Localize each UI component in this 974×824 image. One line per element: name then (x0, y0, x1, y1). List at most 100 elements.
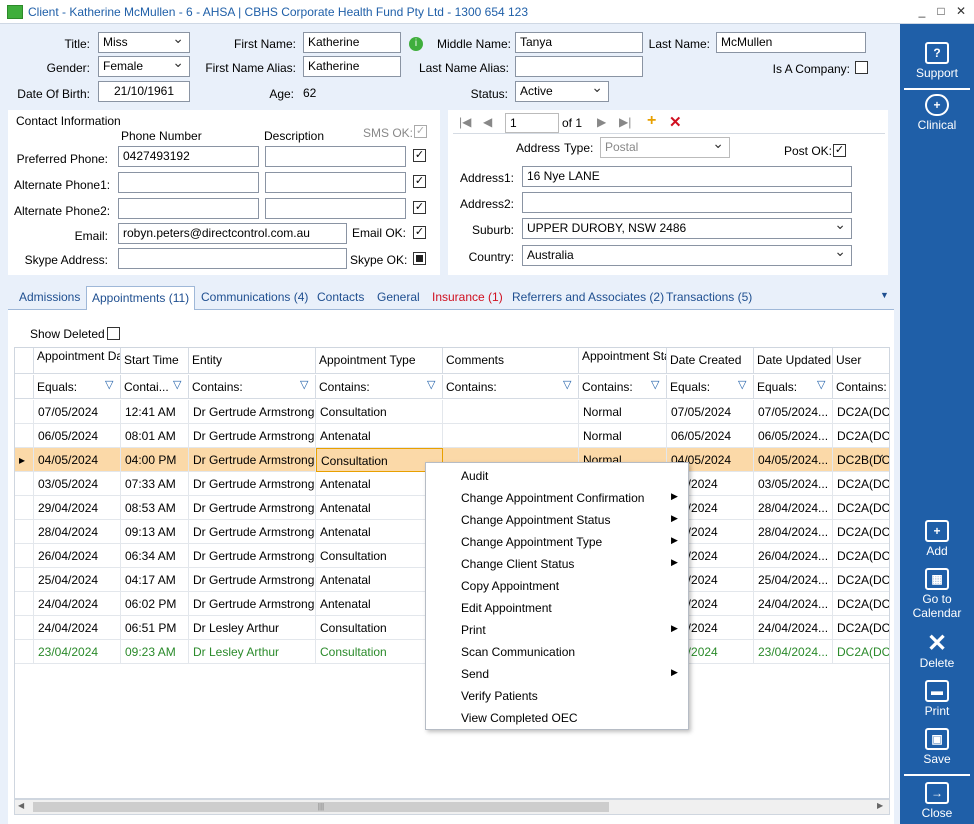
table-cell[interactable]: DC2A(DC-D (833, 400, 889, 424)
table-cell[interactable]: DC2A(DC-D (833, 496, 889, 520)
scroll-right-icon[interactable]: ▶ (877, 801, 883, 810)
table-cell[interactable]: DC2A(DC-D (833, 472, 889, 496)
suburb-select[interactable]: UPPER DUROBY, NSW 2486 (522, 218, 852, 239)
menu-item-edit-appointment[interactable]: Edit Appointment (461, 601, 552, 615)
table-cell[interactable]: 07/05/2024 (34, 400, 121, 424)
table-cell[interactable]: 24/04/2024 (34, 592, 121, 616)
table-cell[interactable]: 06/05/2024 (667, 424, 754, 448)
filter-date-updated[interactable]: Equals: ▽ (754, 375, 833, 399)
table-cell[interactable]: 03/05/2024 (34, 472, 121, 496)
table-cell[interactable]: 08:53 AM (121, 496, 189, 520)
alt2-sms-checkbox[interactable]: ✓ (413, 201, 426, 214)
table-cell[interactable]: Dr Gertrude Armstrong (189, 472, 316, 496)
save-button[interactable]: ▣ Save (900, 728, 974, 766)
table-cell[interactable]: Dr Gertrude Armstrong (189, 496, 316, 520)
tab-communications[interactable]: Communications (4) (201, 290, 308, 304)
table-cell[interactable]: DC2A(DC-D (833, 568, 889, 592)
title-select[interactable]: Miss (98, 32, 190, 53)
table-cell[interactable]: 06:02 PM (121, 592, 189, 616)
table-cell[interactable]: Dr Gertrude Armstrong (189, 544, 316, 568)
last-name-field[interactable]: McMullen (716, 32, 866, 53)
table-cell[interactable]: 04/05/2024 (34, 448, 121, 472)
add-button[interactable]: + Add (900, 520, 974, 558)
table-cell[interactable]: 07/05/2024 (667, 400, 754, 424)
add-address-icon[interactable]: + (647, 112, 656, 130)
column-header-appointment-status[interactable]: Appointment Status (579, 348, 667, 374)
table-cell[interactable]: Consultation (316, 640, 443, 664)
address1-field[interactable]: 16 Nye LANE (522, 166, 852, 187)
table-cell[interactable]: 25/04/2024 (34, 568, 121, 592)
filter-icon[interactable]: ▽ (563, 380, 574, 391)
filter-start-time[interactable]: Contai... ▽ (121, 375, 189, 399)
table-cell[interactable]: 28/04/2024 (34, 520, 121, 544)
tab-admissions[interactable]: Admissions (19, 290, 80, 304)
column-header-entity[interactable]: Entity (189, 348, 316, 374)
menu-item-change-appointment-confirmation[interactable]: Change Appointment Confirmation ▶ (461, 491, 678, 505)
filter-icon[interactable]: ▽ (738, 380, 749, 391)
is-company-checkbox[interactable] (855, 61, 868, 74)
preferred-phone-field[interactable]: 0427493192 (118, 146, 259, 167)
filter-icon[interactable]: ▽ (105, 380, 116, 391)
table-cell[interactable]: Consultation (316, 400, 443, 424)
filter-icon[interactable]: ▽ (300, 380, 311, 391)
table-cell[interactable]: 04/05/2024... (754, 448, 833, 472)
table-cell[interactable]: 06/05/2024... (754, 424, 833, 448)
gender-select[interactable]: Female (98, 56, 190, 77)
preferred-desc-field[interactable] (265, 146, 406, 167)
table-cell[interactable]: Dr Gertrude Armstrong (189, 592, 316, 616)
menu-item-change-client-status[interactable]: Change Client Status ▶ (461, 557, 678, 571)
post-ok-checkbox[interactable]: ✓ (833, 144, 846, 157)
calendar-button[interactable]: ▦ Go to Calendar (900, 568, 974, 620)
table-row[interactable]: 07/05/2024 12:41 AM Dr Gertrude Armstrong C… (15, 400, 889, 424)
table-cell[interactable]: DC2B(DC-D (833, 448, 889, 472)
email-ok-checkbox[interactable]: ✓ (413, 226, 426, 239)
first-name-field[interactable]: Katherine (303, 32, 401, 53)
skype-field[interactable] (118, 248, 347, 269)
menu-item-view-completed-oec[interactable]: View Completed OEC (461, 711, 578, 725)
email-field[interactable]: robyn.peters@directcontrol.com.au (118, 223, 347, 244)
alt-phone2-field[interactable] (118, 198, 259, 219)
first-page-icon[interactable]: |◀ (459, 115, 471, 129)
maximize-button[interactable]: □ (933, 3, 949, 19)
table-cell[interactable]: Dr Gertrude Armstrong (189, 520, 316, 544)
table-cell[interactable]: 06:51 PM (121, 616, 189, 640)
tab-appointments[interactable]: Appointments (11) (86, 286, 196, 311)
table-cell[interactable]: Dr Gertrude Armstrong (189, 424, 316, 448)
menu-item-copy-appointment[interactable]: Copy Appointment (461, 579, 559, 593)
middle-name-field[interactable]: Tanya (515, 32, 643, 53)
table-cell[interactable]: 28/04/2024... (754, 520, 833, 544)
dob-field[interactable]: 21/10/1961 (98, 81, 190, 102)
alt-phone1-field[interactable] (118, 172, 259, 193)
table-cell[interactable]: Dr Gertrude Armstrong (189, 448, 316, 472)
filter-icon[interactable]: ▽ (817, 380, 828, 391)
table-cell[interactable]: 23/04/2024 (34, 640, 121, 664)
filter-user[interactable]: Contains: (833, 375, 889, 399)
alt1-sms-checkbox[interactable]: ✓ (413, 175, 426, 188)
table-cell[interactable]: Antenatal (316, 472, 443, 496)
column-header-appointment-date[interactable]: Appointment Date (34, 348, 121, 374)
tab-transactions[interactable]: Transactions (5) (666, 290, 752, 304)
horizontal-scrollbar[interactable]: ◀ ||| ▶ (14, 799, 890, 815)
menu-item-send[interactable]: Send ▶ (461, 667, 678, 681)
status-select[interactable]: Active (515, 81, 609, 102)
filter-icon[interactable]: ▽ (173, 380, 184, 391)
preferred-sms-checkbox[interactable]: ✓ (413, 149, 426, 162)
filter-entity[interactable]: Contains: ▽ (189, 375, 316, 399)
menu-item-change-appointment-type[interactable]: Change Appointment Type ▶ (461, 535, 678, 549)
table-cell[interactable]: Consultation (316, 616, 443, 640)
menu-item-change-appointment-status[interactable]: Change Appointment Status ▶ (461, 513, 678, 527)
tab-referrers[interactable]: Referrers and Associates (2) (512, 290, 664, 304)
table-cell[interactable]: DC2A(DC-D (833, 616, 889, 640)
alt-phone2-desc-field[interactable] (265, 198, 406, 219)
table-cell[interactable]: DC2A(DC-D (833, 640, 889, 664)
column-header-appointment-type[interactable]: Appointment Type (316, 348, 443, 374)
table-cell[interactable]: Consultation (316, 448, 443, 472)
tab-general[interactable]: General (377, 290, 420, 304)
column-header-date-updated[interactable]: Date Updated (754, 348, 833, 374)
table-cell[interactable]: Normal (579, 400, 667, 424)
tab-overflow-icon[interactable]: ▼ (880, 290, 889, 300)
column-header-comments[interactable]: Comments (443, 348, 579, 374)
table-cell[interactable]: 04:17 AM (121, 568, 189, 592)
table-cell[interactable] (443, 424, 579, 448)
filter-appointment-type[interactable]: Contains: ▽ (316, 375, 443, 399)
